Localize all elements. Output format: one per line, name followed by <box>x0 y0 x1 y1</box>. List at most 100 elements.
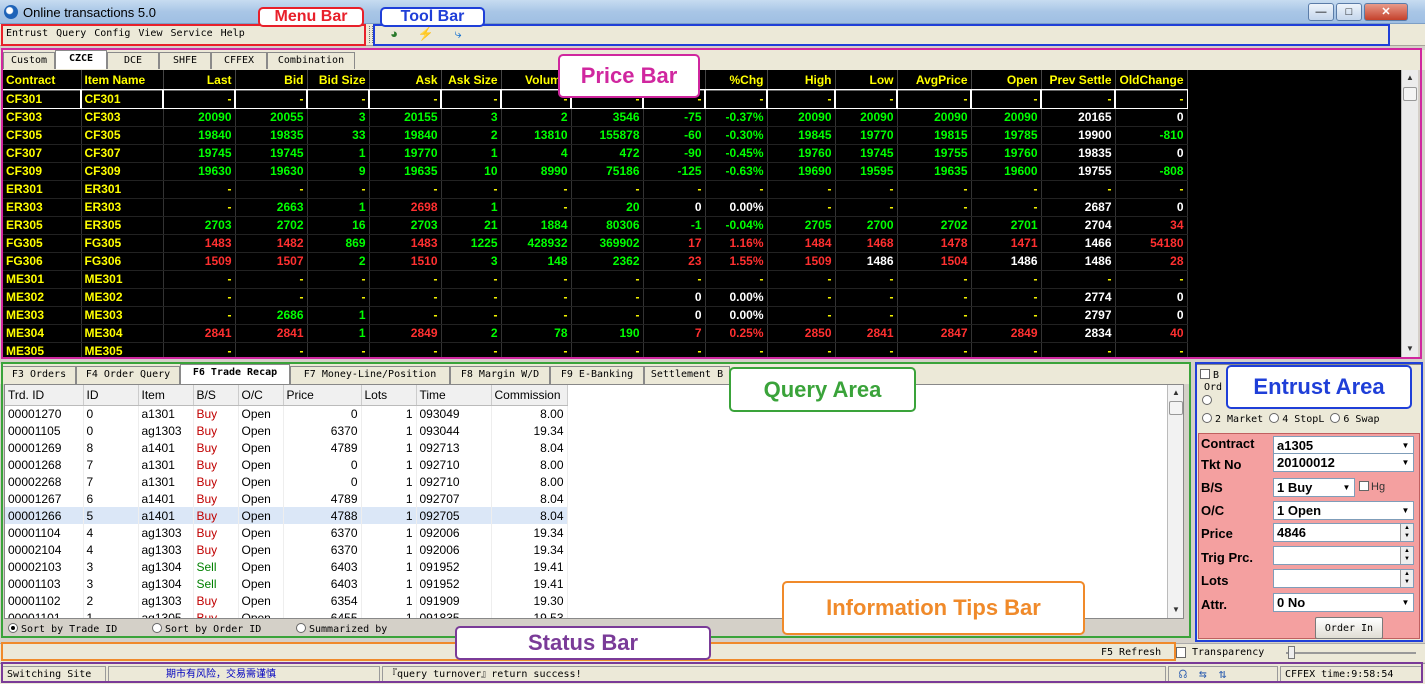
price-col-header[interactable]: Low <box>835 70 898 91</box>
trade-row[interactable]: 00001266 5 a1401 Buy Open 4788 1 092705 8.04 <box>5 507 568 524</box>
price-row[interactable]: ME304 ME304 2841 2841 1 2849 2 78 190 7 0.25% 2850 2… <box>3 324 1188 343</box>
chevron-down-icon[interactable]: ▼ <box>1398 502 1413 519</box>
price-row[interactable]: CF307 CF307 19745 19745 1 19770 1 4 472 -90 -0.45%… <box>3 144 1188 163</box>
price-row[interactable]: ME305 ME305- - - - - - - - - - - - - - - <box>3 342 1188 357</box>
lots-spinner-icon[interactable]: ▲ ▼ <box>1400 570 1413 587</box>
trig-spinner-icon[interactable]: ▲ ▼ <box>1400 547 1413 564</box>
sort-trade-id-radio[interactable]: Sort by Trade ID <box>8 623 117 635</box>
price-row[interactable]: FG306 FG306 1509 1507 2 1510 3 148 2362 23 1.55% 15… <box>3 252 1188 271</box>
toolbar-chart-icon[interactable]: ◕ <box>385 26 403 42</box>
trade-row[interactable]: 00001103 3 ag1304 Sell Open 6403 1 091952 19.41 <box>5 575 568 592</box>
transparency-checkbox[interactable] <box>1176 647 1186 658</box>
sync-icon[interactable]: ⇆ <box>1199 667 1219 682</box>
bs-select[interactable]: 1 Buy ▼ <box>1273 478 1355 497</box>
tab-czce[interactable]: CZCE <box>55 50 107 69</box>
query-col-header[interactable]: Commission <box>491 385 568 406</box>
query-col-header[interactable]: Lots <box>361 385 417 406</box>
order-type-market[interactable]: 2 Market <box>1202 413 1263 425</box>
query-scroll-down-icon[interactable]: ▼ <box>1168 602 1183 618</box>
price-scrollbar[interactable]: ▲ ▼ <box>1401 70 1418 357</box>
tab-combination[interactable]: Combination <box>267 52 355 69</box>
chevron-down-icon[interactable]: ▼ <box>1398 437 1413 454</box>
tab-money-line-position[interactable]: F7 Money-Line/Position <box>290 366 450 384</box>
trade-row[interactable]: 00002268 7 a1301 Buy Open 0 1 092710 8.00 <box>5 473 568 490</box>
toolbar-refresh-icon[interactable]: ⤷ <box>449 26 467 42</box>
summarized-radio[interactable]: Summarized by <box>296 623 387 635</box>
tab-orders[interactable]: F3 Orders <box>2 366 76 384</box>
tab-settlement[interactable]: Settlement B <box>644 366 730 384</box>
price-col-header[interactable]: Ask <box>369 70 442 91</box>
scroll-up-arrow-icon[interactable]: ▲ <box>1402 70 1418 86</box>
query-scroll-up-icon[interactable]: ▲ <box>1168 385 1183 401</box>
toolbar-grip[interactable] <box>369 26 373 43</box>
trade-row[interactable]: 00001269 8 a1401 Buy Open 4789 1 092713 8.04 <box>5 439 568 456</box>
tab-shfe[interactable]: SHFE <box>159 52 211 69</box>
chevron-down-icon[interactable]: ▼ <box>1339 479 1354 496</box>
price-col-header[interactable]: AvgPrice <box>897 70 972 91</box>
chevron-down-icon[interactable]: ▼ <box>1398 454 1413 471</box>
price-col-header[interactable]: OldChange <box>1115 70 1188 91</box>
query-scrollbar[interactable]: ▲ ▼ <box>1167 385 1183 618</box>
price-row[interactable]: CF309 CF309 19630 19630 9 19635 10 8990 75186 -12… <box>3 162 1188 181</box>
trig-price-input[interactable]: ▲ ▼ <box>1273 546 1414 565</box>
price-col-header[interactable]: Ask Size <box>441 70 502 91</box>
menu-service[interactable]: Service <box>166 28 216 39</box>
order-type-radio-1[interactable] <box>1202 395 1212 405</box>
query-scroll-thumb[interactable] <box>1169 401 1183 415</box>
hedge-checkbox[interactable]: Hg <box>1359 481 1385 493</box>
query-col-header[interactable]: O/C <box>238 385 284 406</box>
scroll-thumb[interactable] <box>1403 87 1417 101</box>
tab-cffex[interactable]: CFFEX <box>211 52 267 69</box>
price-col-header[interactable]: Bid Size <box>307 70 370 91</box>
trade-row[interactable]: 00001105 0 ag1303 Buy Open 6370 1 093044 19.34 <box>5 422 568 439</box>
price-row[interactable]: ME302 ME302- - - - - - -0 0.00% - - - -2774 0 <box>3 288 1188 307</box>
menu-config[interactable]: Config <box>90 28 134 39</box>
price-col-header[interactable]: Bid <box>235 70 308 91</box>
price-col-header[interactable]: Prev Settle <box>1041 70 1116 91</box>
toolbar-lightning-icon[interactable]: ⚡ <box>417 26 435 42</box>
trade-row[interactable]: 00001270 0 a1301 Buy Open 0 1 093049 8.00 <box>5 405 568 422</box>
tab-margin-wd[interactable]: F8 Margin W/D <box>450 366 550 384</box>
headset-icon[interactable]: ☊ <box>1179 667 1199 682</box>
tab-e-banking[interactable]: F9 E-Banking <box>550 366 644 384</box>
transparency-slider-track[interactable] <box>1286 652 1416 654</box>
menu-help[interactable]: Help <box>217 28 249 39</box>
trade-row[interactable]: 00001104 4 ag1303 Buy Open 6370 1 092006 19.34 <box>5 524 568 541</box>
attr-select[interactable]: 0 No ▼ <box>1273 593 1414 612</box>
scroll-down-arrow-icon[interactable]: ▼ <box>1402 341 1418 357</box>
price-input[interactable]: 4846 ▲ ▼ <box>1273 523 1414 542</box>
top-checkbox[interactable]: B <box>1200 369 1219 381</box>
minimize-button[interactable]: — <box>1308 3 1334 21</box>
query-col-header[interactable]: Price <box>283 385 362 406</box>
price-row[interactable]: ME303 ME303-2686 1- - - -0 0.00% - - - -2797 0 <box>3 306 1188 325</box>
menu-view[interactable]: View <box>134 28 166 39</box>
tab-custom[interactable]: Custom <box>3 52 55 69</box>
trade-row[interactable]: 00002103 3 ag1304 Sell Open 6403 1 091952 19.41 <box>5 558 568 575</box>
price-row[interactable]: ER301 ER301- - - - - - - - - - - - - - - <box>3 180 1188 199</box>
sort-order-id-radio[interactable]: Sort by Order ID <box>152 623 261 635</box>
query-col-header[interactable]: ID <box>83 385 139 406</box>
menu-entrust[interactable]: Entrust <box>2 28 52 39</box>
tab-trade-recap[interactable]: F6 Trade Recap <box>180 364 290 384</box>
trade-row[interactable]: 00001101 1 ag1305 Buy Open 6455 1 091835 19.53 <box>5 609 568 618</box>
chevron-down-icon[interactable]: ▼ <box>1398 594 1413 611</box>
transfer-icon[interactable]: ⇅ <box>1219 667 1239 682</box>
price-col-header[interactable]: Contract <box>3 70 82 91</box>
price-col-header[interactable]: High <box>767 70 836 91</box>
order-type-swap[interactable]: 6 Swap <box>1330 413 1380 425</box>
price-row[interactable]: ER305 ER305 2703 2702 16 2703 21 1884 80306 -1 -0.… <box>3 216 1188 235</box>
price-col-header[interactable]: Last <box>163 70 236 91</box>
tab-dce[interactable]: DCE <box>107 52 159 69</box>
price-row[interactable]: FG305 FG305 1483 1482 869 1483 1225 428932 36990… <box>3 234 1188 253</box>
order-in-button[interactable]: Order In <box>1315 617 1383 639</box>
tab-order-query[interactable]: F4 Order Query <box>76 366 180 384</box>
ticket-select[interactable]: 20100012 ▼ <box>1273 453 1414 472</box>
price-spinner-icon[interactable]: ▲ ▼ <box>1400 524 1413 541</box>
price-col-header[interactable]: Open <box>971 70 1042 91</box>
price-col-header[interactable]: Item Name <box>81 70 164 91</box>
switching-site-button[interactable]: Switching Site <box>2 666 106 683</box>
menu-query[interactable]: Query <box>52 28 90 39</box>
query-col-header[interactable]: B/S <box>193 385 239 406</box>
oc-select[interactable]: 1 Open ▼ <box>1273 501 1414 520</box>
price-row[interactable]: CF303 CF303 20090 20055 3 20155 3 2 3546 -75 -0.37… <box>3 108 1188 127</box>
